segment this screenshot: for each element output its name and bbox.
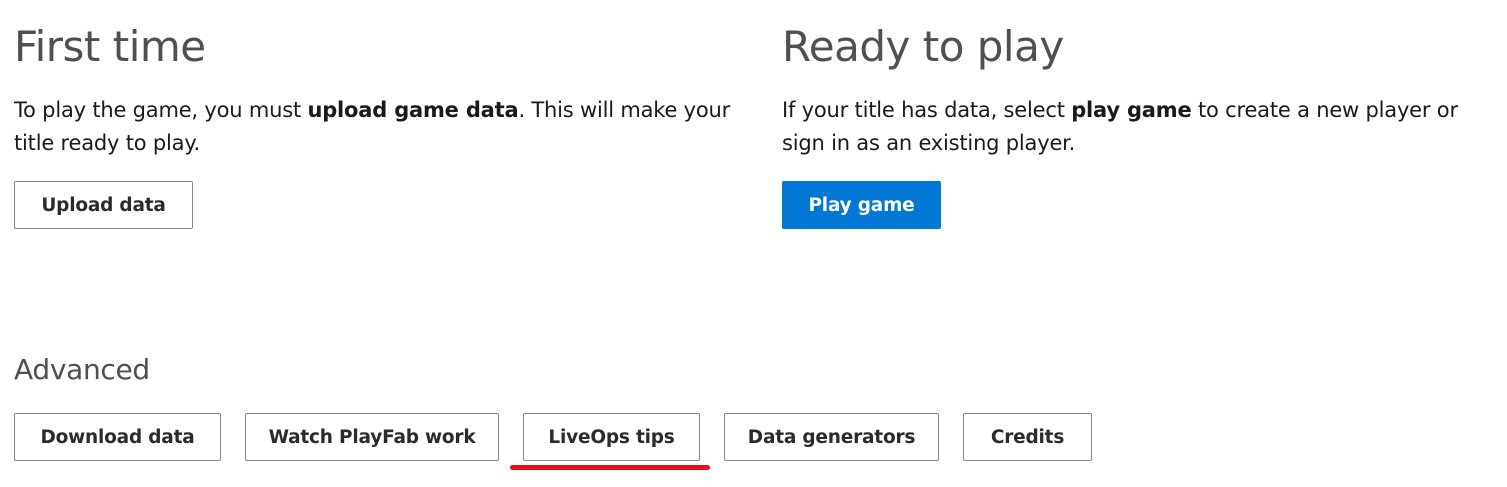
watch-playfab-work-button[interactable]: Watch PlayFab work xyxy=(245,413,499,461)
first-time-desc-pre: To play the game, you must xyxy=(14,98,308,122)
advanced-title: Advanced xyxy=(14,353,150,386)
red-annotation-underline xyxy=(510,465,710,470)
first-time-desc-bold: upload game data xyxy=(307,98,519,122)
ready-to-play-description: If your title has data, select play game… xyxy=(782,94,1482,160)
first-time-title: First time xyxy=(14,22,206,71)
data-generators-button[interactable]: Data generators xyxy=(724,413,939,461)
first-time-description: To play the game, you must upload game d… xyxy=(14,94,744,160)
ready-to-play-title: Ready to play xyxy=(782,22,1064,71)
liveops-tips-button[interactable]: LiveOps tips xyxy=(523,413,700,461)
play-game-button[interactable]: Play game xyxy=(782,181,941,229)
credits-button[interactable]: Credits xyxy=(963,413,1092,461)
ready-desc-pre: If your title has data, select xyxy=(782,98,1072,122)
upload-data-button[interactable]: Upload data xyxy=(14,181,193,229)
ready-desc-bold: play game xyxy=(1071,98,1192,122)
download-data-button[interactable]: Download data xyxy=(14,413,221,461)
